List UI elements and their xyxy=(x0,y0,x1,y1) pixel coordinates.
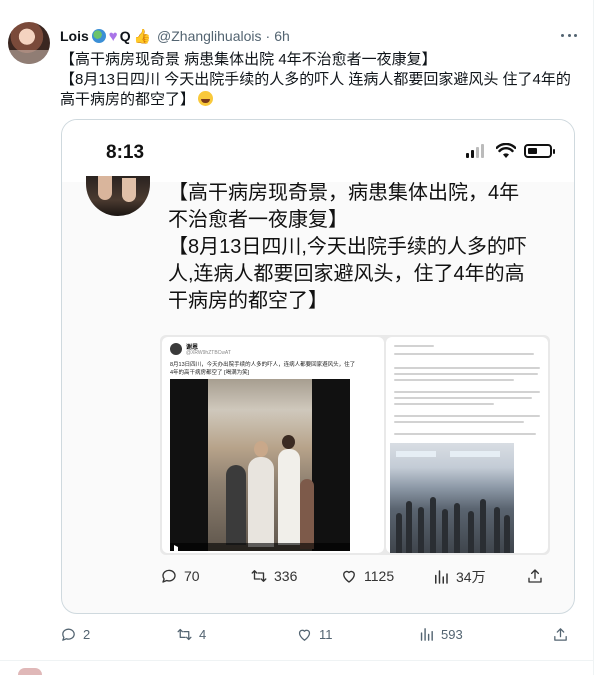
handle[interactable]: @Zhanglihualois xyxy=(157,28,262,44)
globe-icon xyxy=(91,29,106,43)
embedded-share xyxy=(526,567,544,585)
next-tweet-avatar[interactable] xyxy=(18,668,42,675)
phone-status-bar: 8:13 xyxy=(62,120,574,182)
tweet-action-bar: 2 4 11 593 xyxy=(60,626,580,648)
tweet-text-line: 【高干病房现奇景 病患集体出院 4年不治愈者一夜康复】 xyxy=(60,51,437,68)
video-thumbnail xyxy=(170,379,350,551)
embedded-reply-count: 70 xyxy=(184,568,200,584)
reply-icon xyxy=(62,628,75,641)
embedded-like-count: 1125 xyxy=(364,568,395,584)
embedded-video-post: 谢恩 @XRW9hZTBCwAT 8月13日四川，今天办出院手续的人多的吓人，连… xyxy=(162,337,384,553)
share-icon xyxy=(528,569,542,583)
mini-text-line: 4年的高干病房都空了 [喝满为笑] xyxy=(170,370,250,376)
embedded-retweet: 336 xyxy=(250,567,297,585)
share-button[interactable] xyxy=(552,626,569,643)
reply-icon xyxy=(162,569,176,583)
tweet-text: 【高干病房现奇景 病患集体出院 4年不治愈者一夜康复】 【8月13日四川 今天出… xyxy=(60,50,580,110)
views-icon xyxy=(435,570,448,584)
embedded-article xyxy=(386,337,548,553)
embedded-views-count: 34万 xyxy=(456,569,486,585)
views-icon xyxy=(420,628,433,641)
embedded-avatar xyxy=(86,176,150,216)
heart-icon xyxy=(298,629,311,641)
embedded-retweet-count: 336 xyxy=(274,568,298,584)
embedded-text-line: 【高干病房现奇景，病患集体出院，4年 xyxy=(168,182,520,204)
like-button[interactable]: 11 xyxy=(296,626,333,643)
purple-heart-icon: ♥ xyxy=(108,27,118,45)
embedded-post-text: 【高干病房现奇景，病患集体出院，4年 不治愈者一夜康复】 【8月13日四川,今天… xyxy=(168,180,558,315)
separator-dot: · xyxy=(265,28,271,44)
views-button[interactable]: 593 xyxy=(418,626,463,643)
reply-button[interactable]: 2 xyxy=(60,626,90,643)
mini-text: 8月13日四川，今天办出院手续的人多的吓人，连病人都要回家避风头，住了 4年的高… xyxy=(170,361,380,377)
retweet-button[interactable]: 4 xyxy=(176,626,206,643)
waiting-hall-photo xyxy=(390,443,514,553)
battery-icon xyxy=(524,144,555,158)
mini-text-line: 8月13日四川，今天办出院手续的人多的吓人，连病人都要回家避风头，住了 xyxy=(170,362,356,368)
embedded-text-line: 不治愈者一夜康复】 xyxy=(168,209,348,231)
hospital-scene xyxy=(208,379,314,551)
embedded-text-line: 【8月13日四川,今天出院手续的人多的吓 xyxy=(168,236,527,258)
tweet-text-line-end: 高干病房的都空了】 xyxy=(60,91,196,108)
phone-clock: 8:13 xyxy=(106,142,145,163)
embedded-media: 谢恩 @XRW9hZTBCwAT 8月13日四川，今天办出院手续的人多的吓人，连… xyxy=(160,335,550,555)
attached-image[interactable]: 8:13 【高干病房现奇景，病患集体出院，4年 不治愈者一夜康复】 【8月13日… xyxy=(61,119,575,614)
laughing-tears-icon xyxy=(198,91,214,106)
embedded-action-bar: 70 336 1125 34万 xyxy=(160,565,550,589)
video-controls xyxy=(170,543,350,551)
heart-icon xyxy=(343,570,355,583)
views-count: 593 xyxy=(441,627,463,642)
embedded-like: 1125 xyxy=(340,567,394,585)
name-letter: Q xyxy=(119,28,131,44)
tweet-divider xyxy=(0,660,594,661)
mini-handle: @XRW9hZTBCwAT xyxy=(186,350,231,356)
tweet[interactable]: Lois ♥ Q 👍 @Zhanglihualois · 6h 【高干病房现奇景… xyxy=(0,0,594,660)
display-name[interactable]: Lois xyxy=(60,28,89,44)
timestamp[interactable]: 6h xyxy=(274,28,290,44)
wifi-icon xyxy=(496,143,516,158)
reply-count: 2 xyxy=(83,627,91,642)
share-icon xyxy=(554,628,567,641)
tweet-text-line: 【8月13日四川 今天出院手续的人多的吓人 连病人都要回家避风头 住了4年的 xyxy=(60,71,571,88)
thumbs-up-icon: 👍 xyxy=(133,27,152,44)
retweet-icon xyxy=(251,570,267,582)
retweet-count: 4 xyxy=(199,627,207,642)
embedded-text-line: 干病房的都空了】 xyxy=(168,290,328,312)
embedded-reply: 70 xyxy=(160,567,200,585)
embedded-text-line: 人,连病人都要回家避风头，住了4年的高 xyxy=(168,263,525,285)
retweet-icon xyxy=(177,628,192,641)
embedded-views: 34万 xyxy=(432,567,486,587)
like-count: 11 xyxy=(319,627,333,642)
mini-avatar xyxy=(170,343,182,355)
tweet-text-line: 高干病房的都空了】 xyxy=(60,90,580,110)
more-options-icon[interactable] xyxy=(558,26,580,44)
avatar[interactable] xyxy=(8,22,50,64)
signal-icon xyxy=(466,144,484,158)
tweet-header: Lois ♥ Q 👍 @Zhanglihualois · 6h xyxy=(60,26,290,46)
